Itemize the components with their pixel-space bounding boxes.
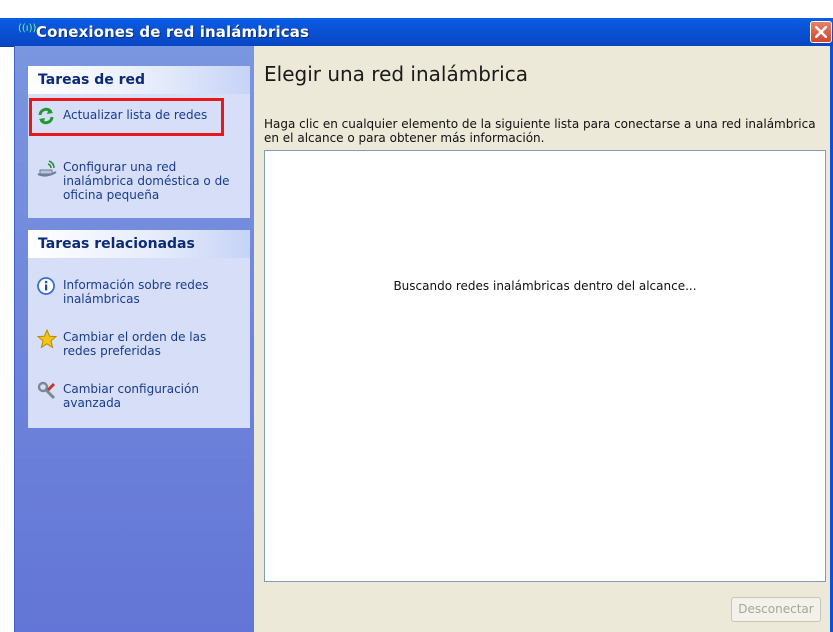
page-title: Elegir una red inalámbrica <box>264 62 528 86</box>
close-button[interactable] <box>810 21 832 43</box>
disconnect-button[interactable]: Desconectar <box>731 597 821 622</box>
star-icon <box>36 328 58 350</box>
network-tasks-panel: Tareas de red Actualizar lista de redes <box>28 66 250 218</box>
setup-wireless-network-label: Configurar una red inalámbrica doméstica… <box>63 160 230 202</box>
title-bar[interactable]: ((ı)) Conexiones de red inalámbricas <box>0 18 833 47</box>
wireless-networks-list[interactable]: Buscando redes inalámbricas dentro del a… <box>264 150 826 582</box>
wireless-info-task[interactable]: Información sobre redes inalámbricas <box>36 276 246 308</box>
highlight-box <box>29 98 224 136</box>
searching-status: Buscando redes inalámbricas dentro del a… <box>393 279 697 293</box>
change-preferred-order-task[interactable]: Cambiar el orden de las redes preferidas <box>36 328 246 360</box>
setup-wireless-network-task[interactable]: Configurar una red inalámbrica doméstica… <box>36 158 246 206</box>
related-tasks-header[interactable]: Tareas relacionadas <box>28 230 250 258</box>
advanced-settings-task[interactable]: Cambiar configuración avanzada <box>36 380 246 412</box>
page-description: Haga clic en cualquier elemento de la si… <box>264 117 816 145</box>
advanced-settings-label: Cambiar configuración avanzada <box>63 382 199 410</box>
related-tasks-panel: Tareas relacionadas Información sobre re… <box>28 230 250 428</box>
network-tasks-header[interactable]: Tareas de red <box>28 66 250 94</box>
info-icon <box>36 276 58 298</box>
tools-icon <box>36 380 58 402</box>
wireless-connections-window: ((ı)) Conexiones de red inalámbricas Tar… <box>0 0 833 632</box>
change-preferred-order-label: Cambiar el orden de las redes preferidas <box>63 330 207 358</box>
wireless-icon: ((ı)) <box>18 23 37 34</box>
close-icon <box>815 26 827 38</box>
wireless-info-label: Información sobre redes inalámbricas <box>63 278 209 306</box>
window-title: Conexiones de red inalámbricas <box>36 23 310 41</box>
setup-network-icon <box>36 158 58 180</box>
